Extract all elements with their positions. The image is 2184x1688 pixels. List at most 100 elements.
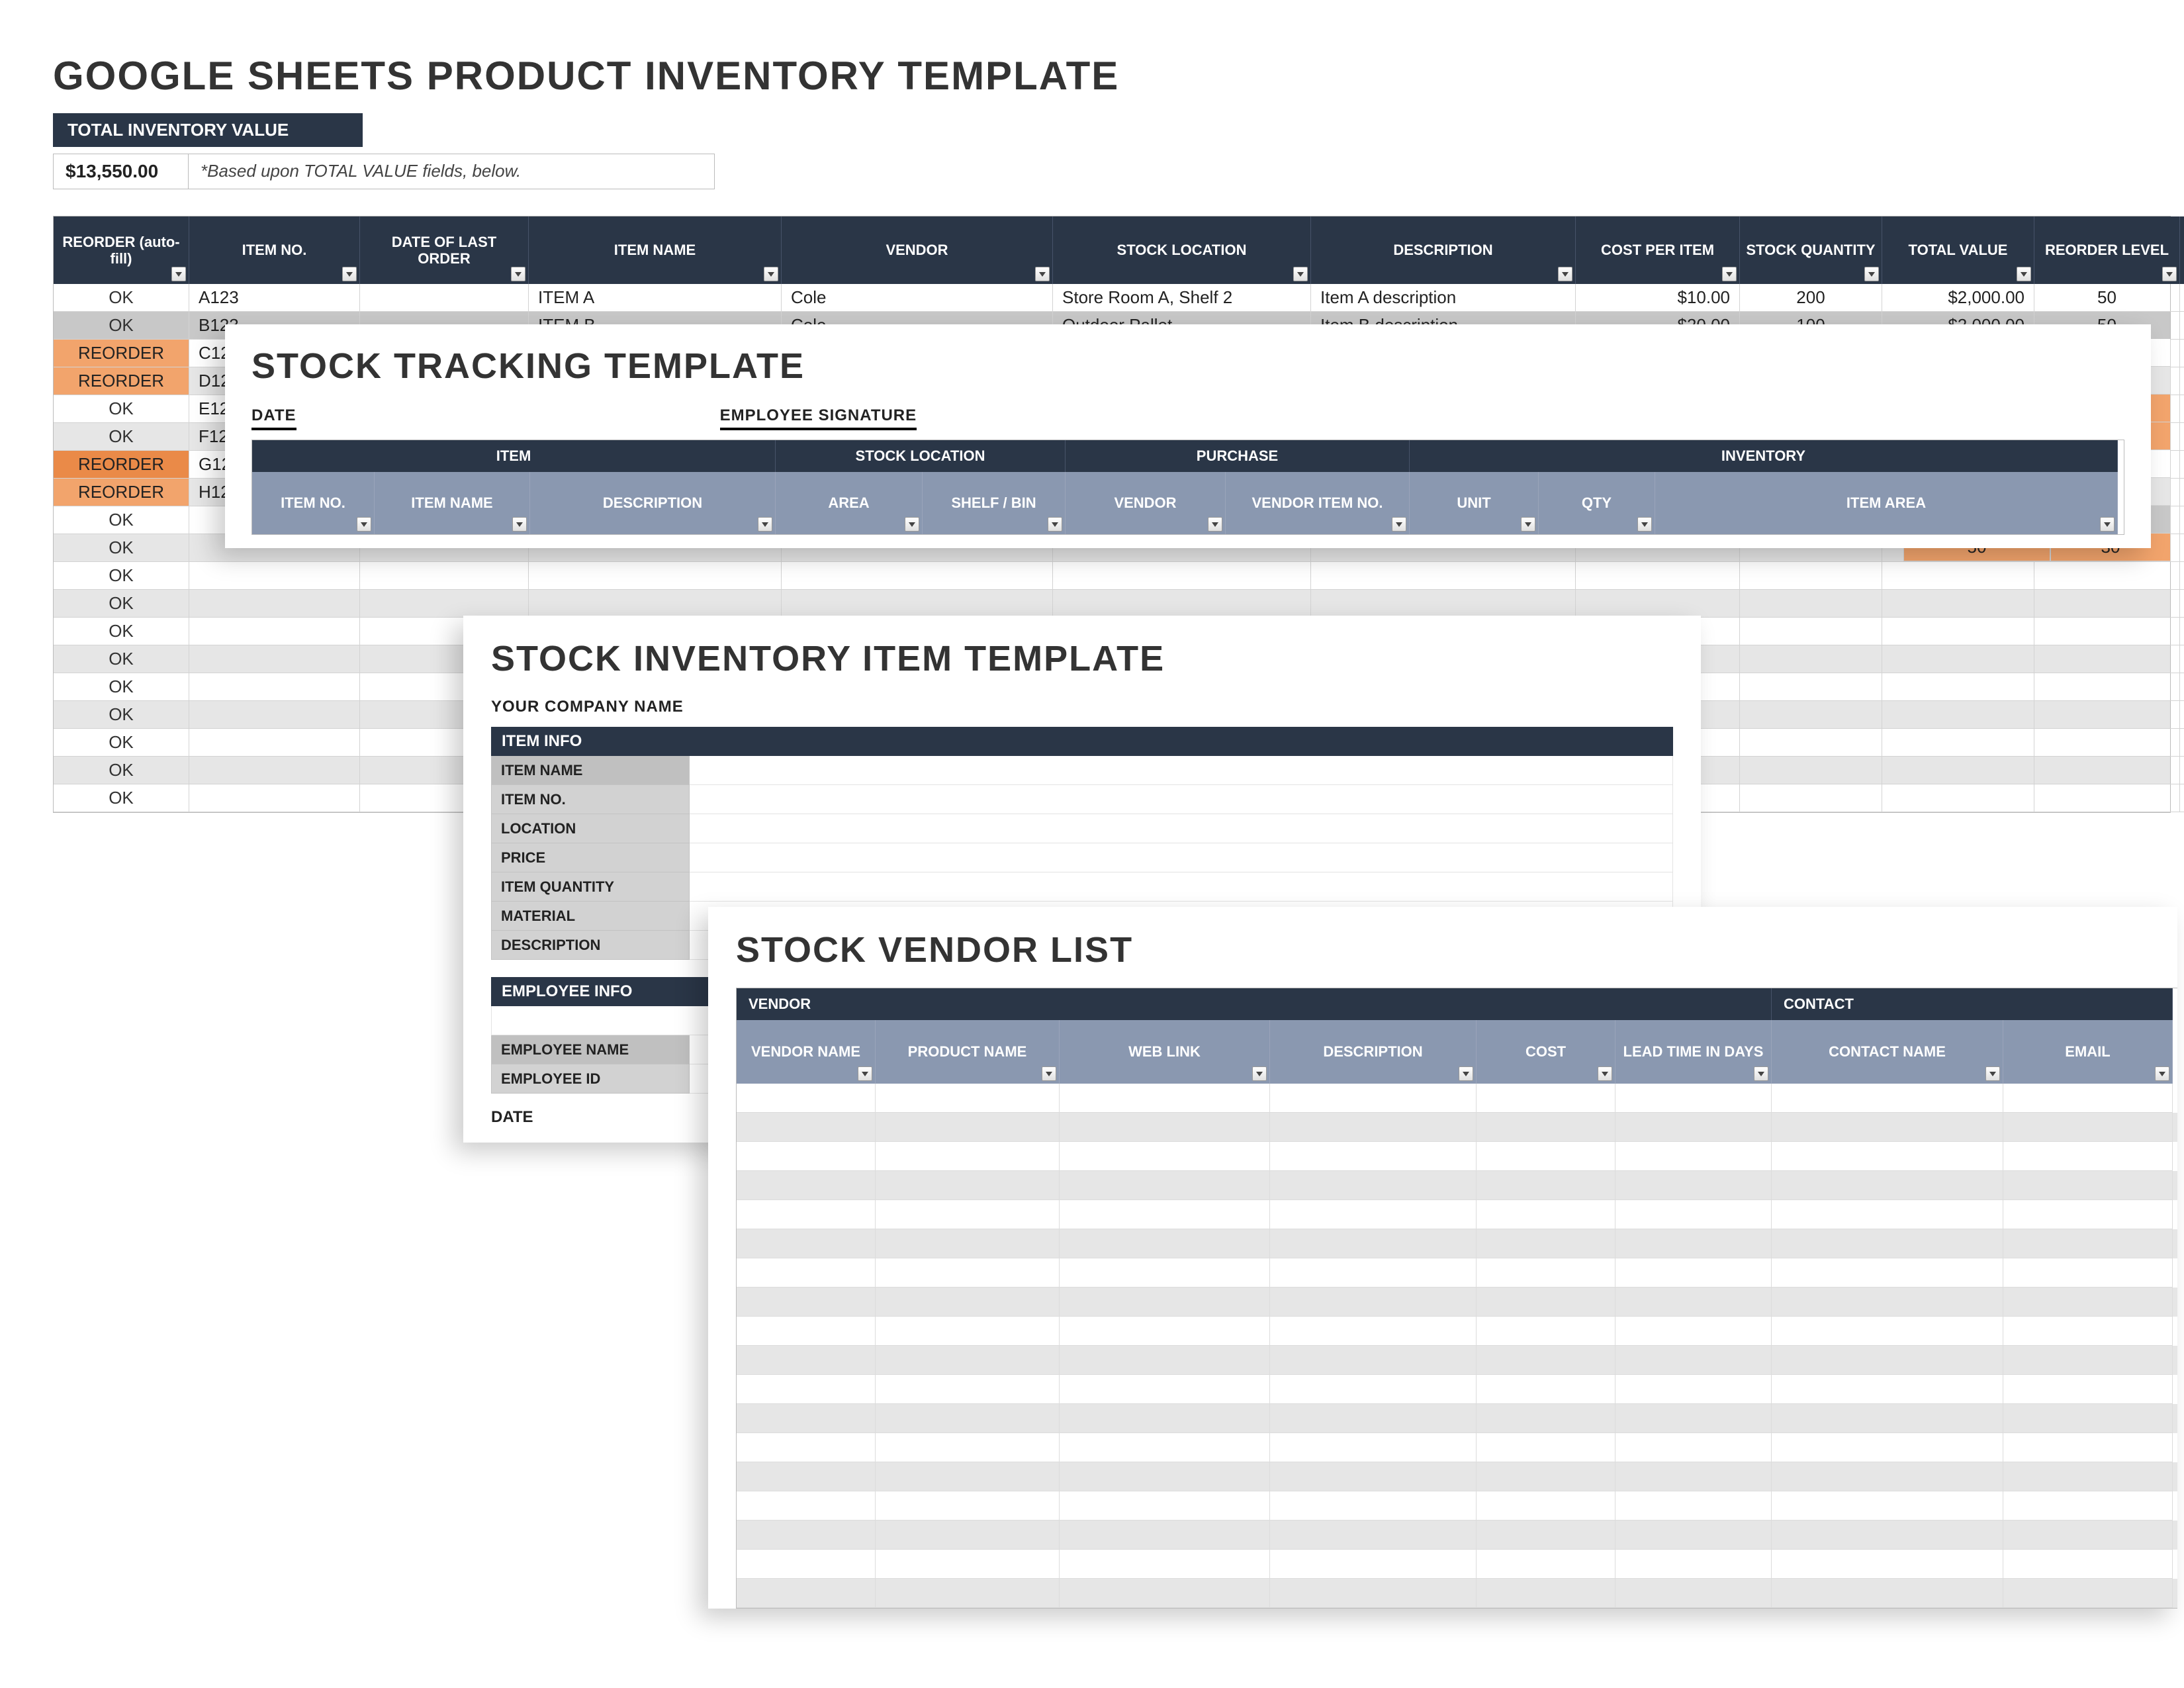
inventory-cell[interactable]: [2180, 562, 2184, 590]
vendor-cell[interactable]: [876, 1404, 1060, 1433]
inventory-cell[interactable]: [1576, 562, 1740, 590]
vendor-cell[interactable]: [1772, 1171, 2003, 1200]
vendor-cell[interactable]: [1772, 1550, 2003, 1579]
inventory-cell[interactable]: [1882, 729, 2034, 757]
inventory-cell[interactable]: [1740, 757, 1882, 784]
filter-icon[interactable]: [1392, 517, 1406, 532]
inventory-cell[interactable]: OK: [54, 312, 189, 340]
vendor-cell[interactable]: [1477, 1579, 1615, 1608]
vendor-cell[interactable]: [737, 1113, 876, 1142]
vendor-cell[interactable]: [1772, 1521, 2003, 1550]
vendor-cell[interactable]: [876, 1142, 1060, 1171]
inventory-cell[interactable]: [360, 590, 529, 618]
vendor-cell[interactable]: [876, 1579, 1060, 1608]
vendor-cell[interactable]: [1477, 1288, 1615, 1317]
inventory-cell[interactable]: [2034, 562, 2180, 590]
inventory-cell[interactable]: [1882, 701, 2034, 729]
filter-icon[interactable]: [1208, 517, 1222, 532]
item-field-value[interactable]: [690, 785, 1673, 814]
vendor-cell[interactable]: [2003, 1375, 2173, 1404]
inventory-cell[interactable]: OK: [54, 729, 189, 757]
inventory-cell[interactable]: [2034, 645, 2180, 673]
vendor-cell[interactable]: [1270, 1171, 1477, 1200]
filter-icon[interactable]: [764, 267, 778, 281]
vendor-cell[interactable]: [1060, 1433, 1270, 1462]
vendor-cell[interactable]: [876, 1521, 1060, 1550]
inventory-cell[interactable]: REORDER: [54, 479, 189, 506]
vendor-cell[interactable]: [1270, 1142, 1477, 1171]
item-field-value[interactable]: [690, 872, 1673, 902]
vendor-cell[interactable]: [1060, 1288, 1270, 1317]
vendor-cell[interactable]: [1477, 1550, 1615, 1579]
inventory-cell[interactable]: REORDER: [54, 340, 189, 367]
vendor-cell[interactable]: [1060, 1491, 1270, 1521]
vendor-cell[interactable]: [1772, 1579, 2003, 1608]
vendor-cell[interactable]: [1615, 1433, 1772, 1462]
vendor-row[interactable]: [737, 1317, 2177, 1346]
vendor-cell[interactable]: [1615, 1171, 1772, 1200]
vendor-cell[interactable]: [876, 1375, 1060, 1404]
vendor-cell[interactable]: [737, 1550, 876, 1579]
vendor-cell[interactable]: [2003, 1404, 2173, 1433]
vendor-cell[interactable]: [1060, 1521, 1270, 1550]
vendor-cell[interactable]: [1615, 1200, 1772, 1229]
inventory-cell[interactable]: OK: [54, 645, 189, 673]
inventory-cell[interactable]: [2180, 618, 2184, 645]
filter-icon[interactable]: [1985, 1066, 2000, 1081]
vendor-cell[interactable]: [737, 1375, 876, 1404]
vendor-cell[interactable]: [737, 1521, 876, 1550]
inventory-cell[interactable]: [1882, 618, 2034, 645]
vendor-cell[interactable]: [1270, 1317, 1477, 1346]
filter-icon[interactable]: [342, 267, 357, 281]
inventory-cell[interactable]: [2180, 784, 2184, 812]
vendor-cell[interactable]: [1477, 1229, 1615, 1258]
vendor-col-header[interactable]: PRODUCT NAME: [876, 1020, 1060, 1084]
tracking-col-header[interactable]: VENDOR: [1066, 472, 1226, 534]
inventory-cell[interactable]: [1740, 729, 1882, 757]
vendor-cell[interactable]: [737, 1346, 876, 1375]
inventory-cell[interactable]: 30: [2180, 312, 2184, 340]
vendor-cell[interactable]: [1270, 1229, 1477, 1258]
inventory-cell[interactable]: 50: [2034, 284, 2180, 312]
vendor-cell[interactable]: [737, 1288, 876, 1317]
vendor-cell[interactable]: [1477, 1491, 1615, 1521]
vendor-cell[interactable]: [1477, 1433, 1615, 1462]
vendor-cell[interactable]: [2003, 1491, 2173, 1521]
vendor-cell[interactable]: [1772, 1084, 2003, 1113]
tracking-col-header[interactable]: QTY: [1539, 472, 1655, 534]
inventory-col-header[interactable]: ITEM NO.: [189, 216, 360, 284]
vendor-cell[interactable]: [1477, 1375, 1615, 1404]
inventory-cell[interactable]: $10.00: [1576, 284, 1740, 312]
vendor-cell[interactable]: [876, 1491, 1060, 1521]
vendor-cell[interactable]: [1270, 1113, 1477, 1142]
vendor-row[interactable]: [737, 1113, 2177, 1142]
inventory-cell[interactable]: OK: [54, 534, 189, 562]
filter-icon[interactable]: [1722, 267, 1737, 281]
vendor-cell[interactable]: [737, 1462, 876, 1491]
vendor-row[interactable]: [737, 1491, 2177, 1521]
inventory-cell[interactable]: [2180, 673, 2184, 701]
filter-icon[interactable]: [511, 267, 525, 281]
inventory-cell[interactable]: [1882, 784, 2034, 812]
vendor-cell[interactable]: [1615, 1229, 1772, 1258]
vendor-cell[interactable]: [1477, 1200, 1615, 1229]
vendor-cell[interactable]: [2003, 1462, 2173, 1491]
inventory-cell[interactable]: A123: [189, 284, 360, 312]
inventory-cell[interactable]: 30: [2180, 479, 2184, 506]
vendor-cell[interactable]: [1270, 1404, 1477, 1433]
filter-icon[interactable]: [2100, 517, 2115, 532]
vendor-cell[interactable]: [1477, 1404, 1615, 1433]
filter-icon[interactable]: [357, 517, 371, 532]
vendor-cell[interactable]: [1477, 1171, 1615, 1200]
inventory-cell[interactable]: [529, 590, 782, 618]
vendor-row[interactable]: [737, 1404, 2177, 1433]
vendor-cell[interactable]: [1060, 1084, 1270, 1113]
vendor-cell[interactable]: [2003, 1229, 2173, 1258]
filter-icon[interactable]: [1558, 267, 1572, 281]
vendor-cell[interactable]: [1270, 1288, 1477, 1317]
vendor-cell[interactable]: [2003, 1521, 2173, 1550]
inventory-col-header[interactable]: STOCK QUANTITY: [1740, 216, 1882, 284]
vendor-cell[interactable]: [1772, 1113, 2003, 1142]
vendor-cell[interactable]: [1270, 1550, 1477, 1579]
inventory-cell[interactable]: [1576, 590, 1740, 618]
